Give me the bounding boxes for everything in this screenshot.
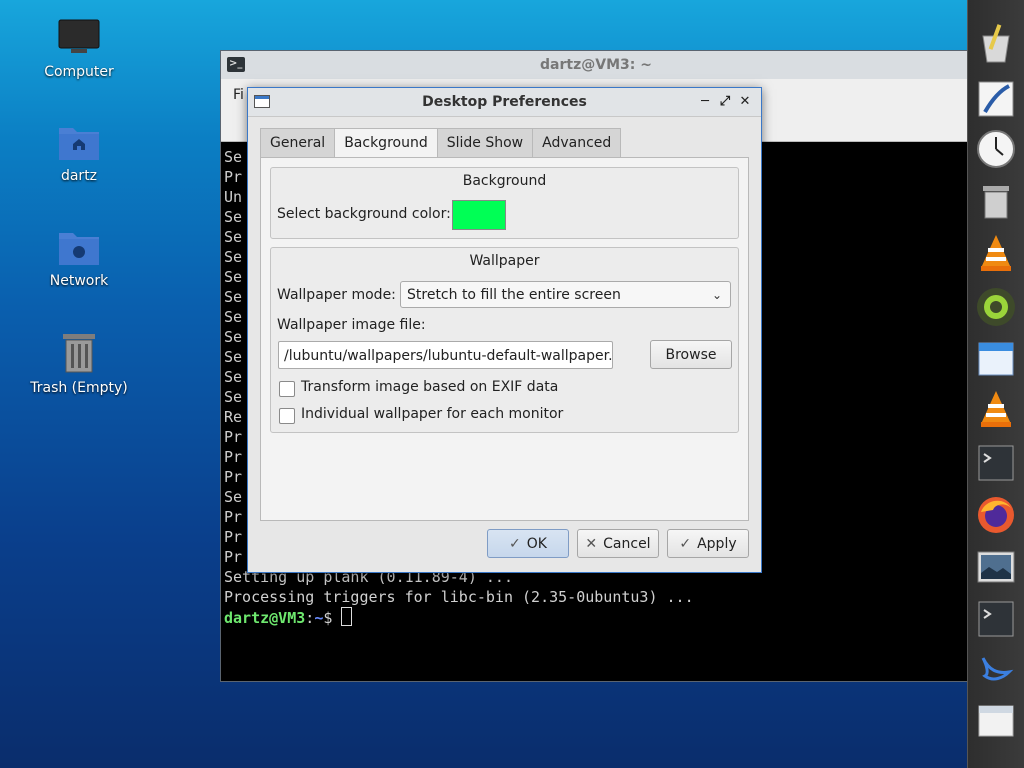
cancel-button[interactable]: ✕ Cancel [577,529,659,558]
ok-button[interactable]: ✓ OK [487,529,569,558]
bird-icon[interactable] [975,648,1017,690]
prompt-path: ~ [314,609,324,627]
home-folder-icon [59,128,99,160]
prompt-sep: : [305,609,315,627]
wallpaper-file-label: Wallpaper image file: [277,317,426,333]
background-color-button[interactable] [452,200,506,230]
terminal-icon[interactable] [975,442,1017,484]
window-icon[interactable] [975,700,1017,742]
window-icon[interactable] [975,338,1017,380]
ok-label: OK [526,536,547,552]
terminal-icon[interactable] [975,598,1017,640]
trash-icon [63,334,95,373]
media-player-icon[interactable] [975,286,1017,328]
vlc-icon[interactable] [975,388,1017,430]
desktop-icon-dartz[interactable]: dartz [24,122,134,184]
desktop-icon-label: dartz [60,168,98,184]
terminal-icon: >_ [227,57,245,72]
firefox-icon[interactable] [975,494,1017,536]
dialog-titlebar[interactable]: Desktop Preferences ─ ⤢ ✕ [248,88,761,117]
tab-general[interactable]: General [260,128,336,158]
group-title: Background [462,173,547,189]
dock [967,0,1024,768]
background-group: Background Select background color: [270,167,739,239]
vlc-icon[interactable] [975,232,1017,274]
dialog-title: Desktop Preferences [422,94,587,110]
minimize-icon[interactable]: ─ [695,88,715,116]
computer-icon [58,19,100,53]
check-icon: ✓ [679,536,692,552]
chevron-down-icon: ⌄ [711,288,722,302]
tab-bar: General Background Slide Show Advanced [260,128,622,159]
terminal-prompt: dartz@VM3:~$ [224,607,968,627]
wallpaper-mode-select[interactable]: Stretch to fill the entire screen ⌄ [400,281,731,308]
clock-icon[interactable] [975,128,1017,170]
exif-checkbox[interactable] [279,381,295,397]
check-icon: ✓ [509,536,521,552]
network-folder-icon [59,233,99,265]
cancel-label: Cancel [603,536,651,552]
wallpaper-file-input[interactable]: /lubuntu/wallpapers/lubuntu-default-wall… [278,341,613,369]
maximize-icon[interactable]: ⤢ [715,88,735,116]
desktop-icon-computer[interactable]: Computer [24,18,134,80]
terminal-titlebar[interactable]: >_ dartz@VM3: ~ [221,51,971,79]
desktop-icon-label: Computer [44,64,114,80]
desktop-preferences-dialog: Desktop Preferences ─ ⤢ ✕ General Backgr… [247,87,762,573]
window-icon [254,95,270,108]
prompt-symbol: $ [323,609,342,627]
prompt-user: dartz@VM3 [224,609,306,627]
wallpaper-group: Wallpaper Wallpaper mode: Stretch to fil… [270,247,739,433]
tab-background[interactable]: Background [334,128,438,159]
per-monitor-label: Individual wallpaper for each monitor [301,406,564,422]
text-editor-icon[interactable] [975,22,1017,64]
terminal-line: Processing triggers for libc-bin (2.35-0… [224,588,694,606]
exif-label: Transform image based on EXIF data [301,379,559,395]
tab-advanced[interactable]: Advanced [532,128,622,158]
close-icon[interactable]: ✕ [735,88,755,116]
desktop-icon-network[interactable]: Network [24,227,134,289]
tab-slide-show[interactable]: Slide Show [436,128,534,158]
desktop-icon-trash[interactable]: Trash (Empty) [24,330,134,396]
terminal-cursor [341,607,353,626]
image-viewer-icon[interactable] [975,546,1017,588]
trash-icon[interactable] [975,180,1017,222]
desktop-icon-label: Trash (Empty) [30,380,128,396]
per-monitor-checkbox[interactable] [279,408,295,424]
desktop-icon-label: Network [49,273,109,289]
close-icon: ✕ [585,536,598,552]
wallpaper-mode-label: Wallpaper mode: [277,287,396,303]
browse-button[interactable]: Browse [650,340,732,369]
background-color-label: Select background color: [277,206,451,222]
group-title: Wallpaper [469,253,540,269]
apply-label: Apply [697,536,737,552]
terminal-title: dartz@VM3: ~ [540,57,652,73]
wallpaper-mode-value: Stretch to fill the entire screen [407,287,621,303]
apply-button[interactable]: ✓ Apply [667,529,749,558]
background-tab-pane: Background Select background color: Wall… [260,157,749,521]
notes-icon[interactable] [975,78,1017,120]
